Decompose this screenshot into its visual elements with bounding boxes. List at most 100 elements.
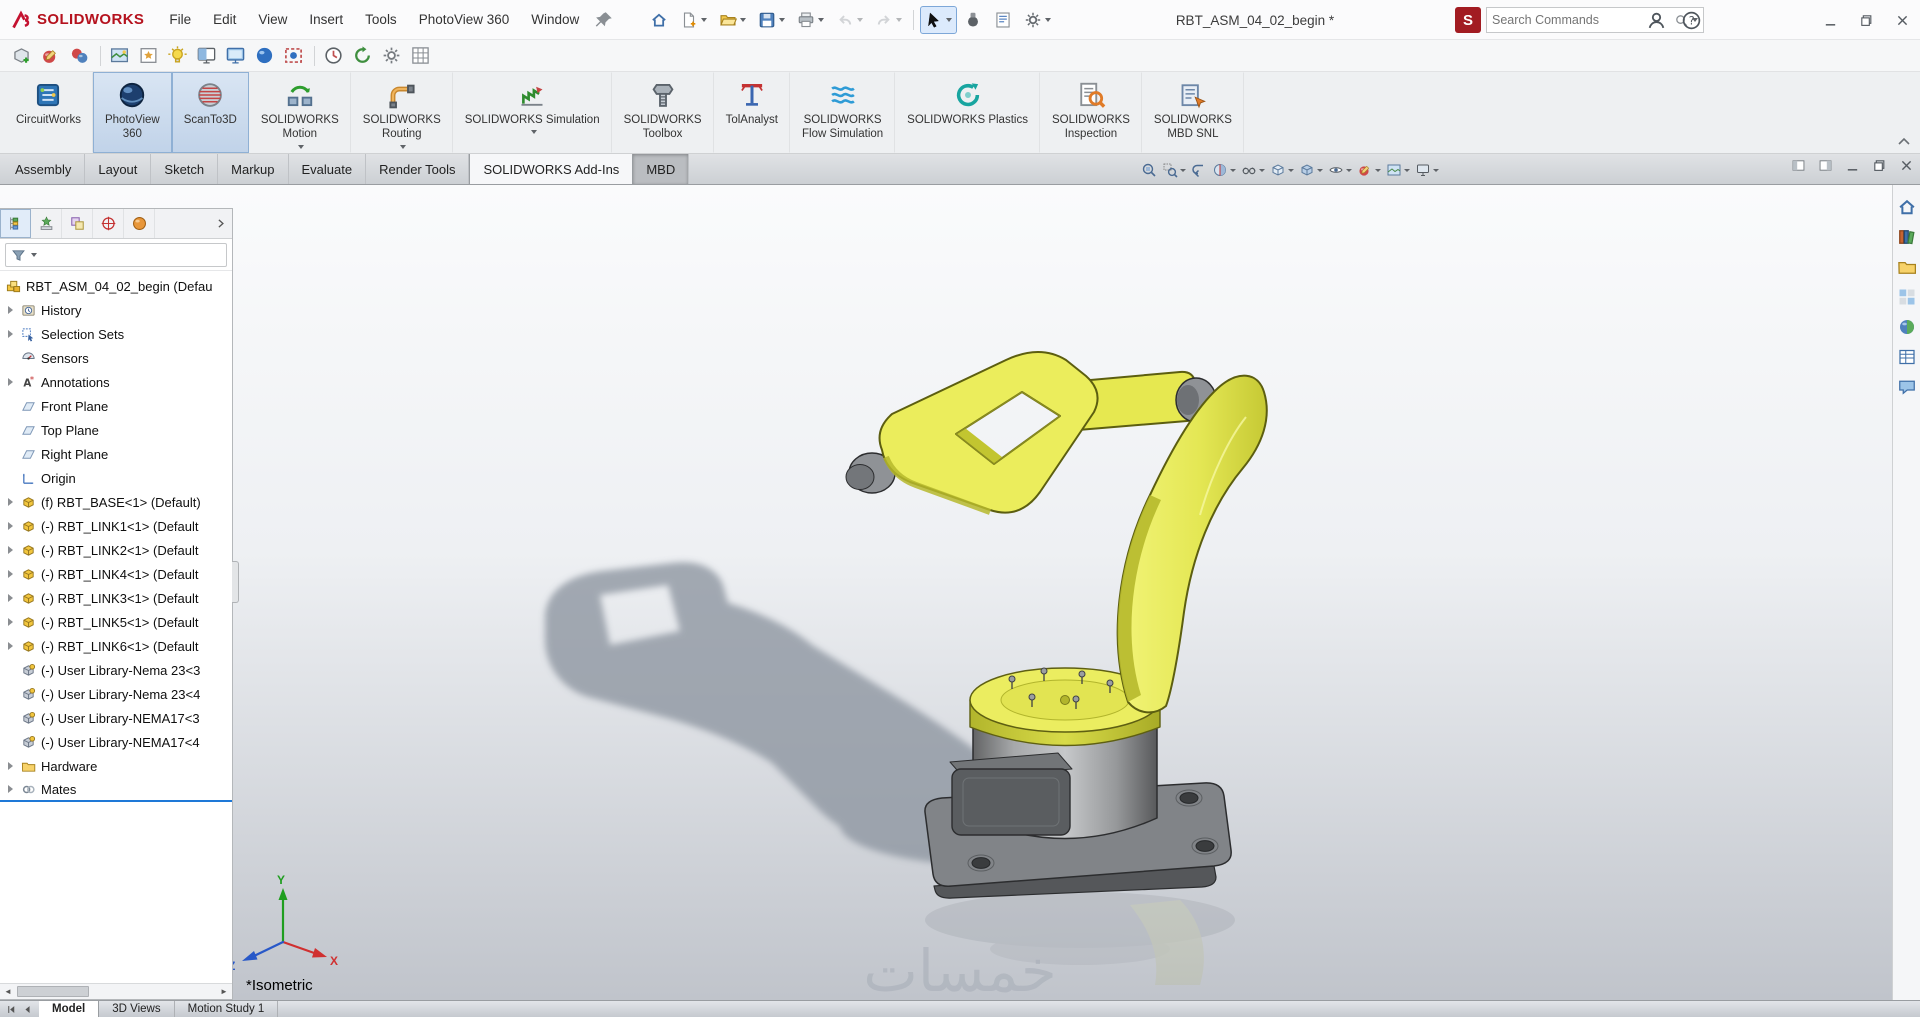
display-manager-tab[interactable] — [124, 209, 155, 238]
feature-tree-tab[interactable] — [0, 209, 31, 238]
tab-markup[interactable]: Markup — [218, 154, 289, 184]
bottom-tab-model[interactable]: Model — [39, 1001, 100, 1017]
save-button[interactable] — [753, 6, 790, 34]
addin-solidworks-flow-simulation[interactable]: SOLIDWORKS Flow Simulation — [790, 72, 896, 153]
edit-appearance-button[interactable] — [37, 42, 64, 69]
print-button[interactable] — [792, 6, 829, 34]
expand-arrow-icon[interactable] — [8, 570, 21, 578]
view-palette-tab[interactable] — [1897, 287, 1917, 307]
panel-horizontal-scrollbar[interactable]: ◄ ► — [0, 983, 232, 999]
expand-arrow-icon[interactable] — [8, 330, 21, 338]
menu-window[interactable]: Window — [520, 0, 590, 40]
file-properties-button[interactable] — [989, 6, 1017, 34]
tree-item-rbt-link5-1-default[interactable]: (-) RBT_LINK5<1> (Default — [0, 610, 232, 634]
tab-evaluate[interactable]: Evaluate — [289, 154, 367, 184]
tree-item-selection-sets[interactable]: Selection Sets — [0, 322, 232, 346]
undo-button[interactable] — [831, 6, 868, 34]
addin-circuitworks[interactable]: CircuitWorks — [4, 72, 93, 153]
photoview-options-button[interactable] — [378, 42, 405, 69]
doc-minimize-icon[interactable] — [1845, 158, 1860, 173]
menu-view[interactable]: View — [247, 0, 298, 40]
addin-solidworks-routing[interactable]: SOLIDWORKS Routing — [351, 72, 453, 153]
tree-filter[interactable] — [5, 243, 227, 267]
tree-item-user-library-nema-23-4[interactable]: (-) User Library-Nema 23<4 — [0, 682, 232, 706]
copy-appearance-button[interactable] — [66, 42, 93, 69]
tab-assembly[interactable]: Assembly — [2, 154, 86, 184]
menu-insert[interactable]: Insert — [298, 0, 354, 40]
tab-layout[interactable]: Layout — [85, 154, 152, 184]
edit-decal-button[interactable] — [135, 42, 162, 69]
menu-edit[interactable]: Edit — [202, 0, 247, 40]
menu-tools[interactable]: Tools — [354, 0, 408, 40]
tab-solidworks-add-ins[interactable]: SOLIDWORKS Add-Ins — [469, 154, 634, 184]
apply-scene-button[interactable] — [1384, 160, 1412, 180]
tab-sketch[interactable]: Sketch — [151, 154, 219, 184]
file-explorer-tab[interactable] — [1897, 257, 1917, 277]
configuration-manager-tab[interactable] — [62, 209, 93, 238]
addin-scanto3d[interactable]: ScanTo3D — [171, 72, 249, 153]
edit-appearance-button[interactable] — [1355, 160, 1383, 180]
schedule-render-button[interactable] — [320, 42, 347, 69]
expand-arrow-icon[interactable] — [8, 306, 21, 314]
options-gear-button[interactable] — [1019, 6, 1056, 34]
tree-item-top-plane[interactable]: Top Plane — [0, 418, 232, 442]
tree-item-rbt-link4-1-default[interactable]: (-) RBT_LINK4<1> (Default — [0, 562, 232, 586]
new-render-button[interactable] — [8, 42, 35, 69]
nav-prev-icon[interactable] — [22, 1004, 33, 1015]
bottom-tab-motion-study-1[interactable]: Motion Study 1 — [175, 1001, 279, 1017]
dock-pane-right-icon[interactable] — [1818, 158, 1833, 173]
tab-mbd[interactable]: MBD — [633, 154, 690, 184]
tree-item-annotations[interactable]: A * Annotations — [0, 370, 232, 394]
addin-tolanalyst[interactable]: TolAnalyst — [714, 72, 790, 153]
graphics-viewport[interactable]: Y X Z *Isometric خمسات — [0, 185, 1920, 1000]
expand-arrow-icon[interactable] — [8, 522, 21, 530]
scroll-left-arrow[interactable]: ◄ — [0, 984, 16, 999]
tree-item-user-library-nema17-4[interactable]: (-) User Library-NEMA17<4 — [0, 730, 232, 754]
tree-item-history[interactable]: History — [0, 298, 232, 322]
home-button[interactable] — [645, 6, 673, 34]
zoom-to-fit-button[interactable] — [1139, 160, 1159, 180]
previous-view-button[interactable] — [1189, 160, 1209, 180]
scrollbar-thumb[interactable] — [17, 986, 89, 997]
pin-icon[interactable] — [594, 10, 614, 30]
spaceball-button[interactable] — [959, 6, 987, 34]
help-icon[interactable]: ? — [1681, 10, 1702, 31]
open-button[interactable] — [714, 6, 751, 34]
restore-button[interactable] — [1848, 0, 1884, 40]
user-account-icon[interactable] — [1646, 10, 1667, 31]
tree-item-right-plane[interactable]: Right Plane — [0, 442, 232, 466]
section-view-button[interactable] — [1210, 160, 1238, 180]
tree-item-sensors[interactable]: Sensors — [0, 346, 232, 370]
final-render-button[interactable] — [251, 42, 278, 69]
panel-splitter-handle[interactable] — [232, 561, 239, 603]
dynamic-annotation-button[interactable] — [1239, 160, 1267, 180]
zoom-to-area-button[interactable] — [1160, 160, 1188, 180]
addin-solidworks-inspection[interactable]: SOLIDWORKS Inspection — [1040, 72, 1142, 153]
tree-item-user-library-nema17-3[interactable]: (-) User Library-NEMA17<3 — [0, 706, 232, 730]
expand-arrow-icon[interactable] — [8, 785, 21, 793]
menu-file[interactable]: File — [158, 0, 202, 40]
expand-arrow-icon[interactable] — [8, 378, 21, 386]
tree-item-front-plane[interactable]: Front Plane — [0, 394, 232, 418]
tab-render-tools[interactable]: Render Tools — [366, 154, 470, 184]
select-cursor-button[interactable] — [920, 5, 958, 34]
tree-item-rbt-link6-1-default[interactable]: (-) RBT_LINK6<1> (Default — [0, 634, 232, 658]
view-settings-button[interactable] — [1413, 160, 1441, 180]
expand-arrow-icon[interactable] — [8, 594, 21, 602]
dock-pane-left-icon[interactable] — [1791, 158, 1806, 173]
tree-item-rbt-link1-1-default[interactable]: (-) RBT_LINK1<1> (Default — [0, 514, 232, 538]
tree-item-origin[interactable]: Origin — [0, 466, 232, 490]
preview-window-button[interactable] — [222, 42, 249, 69]
nav-start-icon[interactable] — [6, 1004, 17, 1015]
proof-sheet-button[interactable] — [407, 42, 434, 69]
forum-tab[interactable] — [1897, 377, 1917, 397]
new-document-button[interactable] — [675, 6, 712, 34]
render-region-button[interactable] — [280, 42, 307, 69]
addin-photoview-360[interactable]: PhotoView 360 — [92, 72, 172, 153]
bottom-tab-3d-views[interactable]: 3D Views — [99, 1001, 175, 1017]
design-library-tab[interactable] — [1897, 227, 1917, 247]
close-button[interactable] — [1884, 0, 1920, 40]
custom-properties-tab[interactable] — [1897, 347, 1917, 367]
doc-close-icon[interactable] — [1899, 158, 1914, 173]
tree-item-rbt-asm-04-02-begin-defau[interactable]: RBT_ASM_04_02_begin (Defau — [0, 274, 232, 298]
